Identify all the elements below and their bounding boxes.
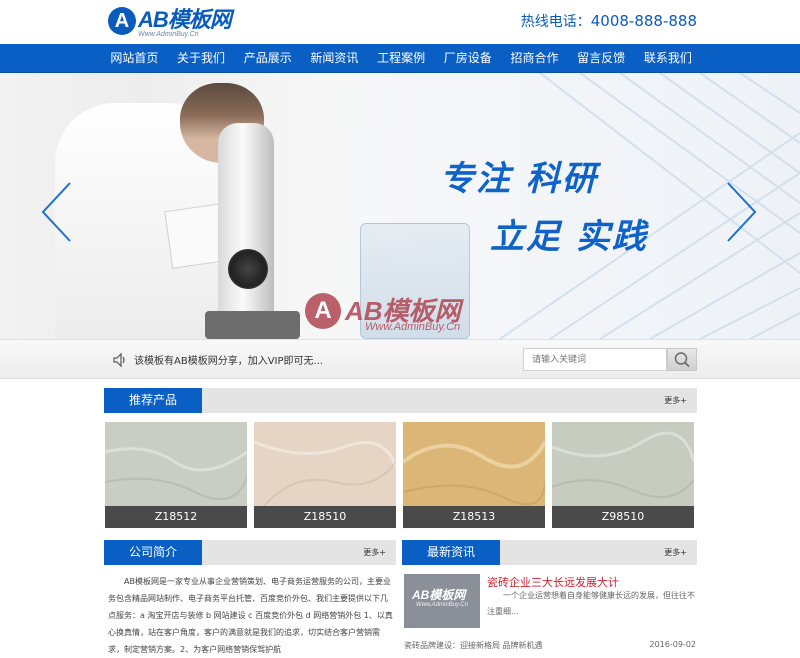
search-icon [674, 352, 690, 368]
nav-item-news[interactable]: 新闻资讯 [301, 44, 368, 73]
nav-item-about[interactable]: 关于我们 [168, 44, 235, 73]
hotline: 热线电话：4008-888-888 [521, 11, 697, 31]
main-nav: 网站首页 关于我们 产品展示 新闻资讯 工程案例 厂房设备 招商合作 留言反馈 … [0, 44, 800, 73]
about-section-title: 公司简介 [104, 540, 202, 565]
watermark-mark: A [305, 293, 341, 329]
product-card[interactable]: Z98510 [552, 422, 694, 528]
logo-subtitle: Www.AdminBuy.Cn [138, 31, 199, 38]
search-input[interactable] [523, 348, 667, 371]
product-image [105, 422, 247, 506]
products-section-title: 推荐产品 [104, 388, 202, 413]
banner-prev-arrow-icon[interactable] [40, 181, 74, 243]
about-text: AB模板网是一家专业从事企业营销策划、电子商务运营服务的公司，主要业务包含精品网… [108, 577, 393, 654]
product-image [552, 422, 694, 506]
news-section-header: 最新资讯 更多+ [402, 540, 697, 565]
microscope [218, 123, 274, 323]
site-header: A AB模板网 Www.AdminBuy.Cn 热线电话：4008-888-88… [0, 0, 800, 44]
product-name: Z18513 [403, 506, 545, 528]
product-name: Z18512 [105, 506, 247, 528]
news-item-title[interactable]: 瓷砖品牌建设：迎接新格局 品牌新机遇 [404, 640, 543, 651]
nav-item-cases[interactable]: 工程案例 [368, 44, 435, 73]
news-thumbnail[interactable]: AB模板网 Www.AdminBuy.Cn [404, 574, 480, 628]
site-logo[interactable]: A AB模板网 Www.AdminBuy.Cn [108, 7, 238, 39]
products-section-header: 推荐产品 更多+ [104, 388, 697, 413]
banner-next-arrow-icon[interactable] [724, 181, 758, 243]
search-button[interactable] [667, 348, 697, 371]
product-card[interactable]: Z18513 [403, 422, 545, 528]
hotline-label: 热线电话： [520, 14, 591, 30]
product-name: Z98510 [552, 506, 694, 528]
nav-item-cooperation[interactable]: 招商合作 [501, 44, 568, 73]
about-more-link[interactable]: 更多+ [363, 547, 386, 558]
product-image [403, 422, 545, 506]
watermark-logo: A AB模板网 Www.AdminBuy.Cn [305, 291, 505, 339]
news-more-link[interactable]: 更多+ [664, 547, 687, 558]
product-image [254, 422, 396, 506]
notice-text[interactable]: 该模板有AB模板网分享，加入VIP即可无... [134, 352, 323, 367]
nav-item-facilities[interactable]: 厂房设备 [434, 44, 501, 73]
product-name: Z18510 [254, 506, 396, 528]
logo-text: AB模板网 [138, 7, 232, 32]
news-section-title: 最新资讯 [402, 540, 500, 565]
microscope-knob [228, 249, 268, 289]
news-thumb-sub: Www.AdminBuy.Cn [416, 602, 468, 608]
banner-slogan-line2: 立足 实践 [490, 217, 648, 257]
product-image-fill [254, 422, 396, 506]
hero-banner: 专注 科研 立足 实践 A AB模板网 Www.AdminBuy.Cn [0, 73, 800, 339]
news-summary: 一个企业运营想着自身能够健康长远的发展，但往往不注重细... [487, 591, 695, 616]
speaker-icon [113, 352, 125, 368]
news-thumb-logo: AB模板网 [412, 588, 466, 602]
notice-bar: 该模板有AB模板网分享，加入VIP即可无... [0, 339, 800, 379]
nav-item-feedback[interactable]: 留言反馈 [568, 44, 635, 73]
products-more-link[interactable]: 更多+ [664, 395, 687, 406]
nav-item-contact[interactable]: 联系我们 [635, 44, 702, 73]
product-card[interactable]: Z18512 [105, 422, 247, 528]
watermark-sub: Www.AdminBuy.Cn [365, 321, 461, 333]
nav-item-products[interactable]: 产品展示 [234, 44, 301, 73]
hotline-number: 4008-888-888 [590, 12, 697, 30]
microscope-base [205, 311, 300, 339]
logo-mark: A [108, 7, 136, 35]
nav-item-home[interactable]: 网站首页 [101, 44, 168, 73]
about-section-header: 公司简介 更多+ [104, 540, 396, 565]
search-box [523, 348, 697, 371]
product-card[interactable]: Z18510 [254, 422, 396, 528]
banner-slogan-line1: 专注 科研 [440, 159, 598, 199]
